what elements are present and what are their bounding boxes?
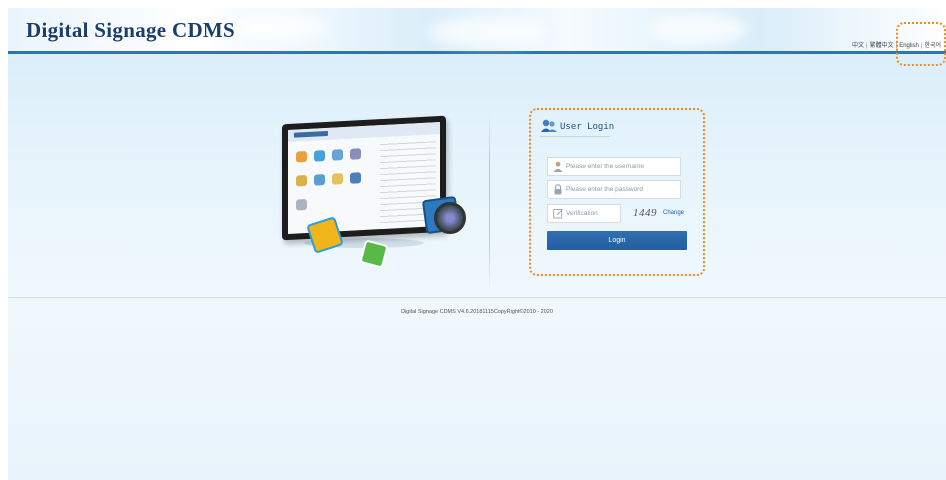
password-field — [547, 180, 681, 199]
password-input[interactable] — [566, 181, 676, 198]
edit-icon — [552, 208, 564, 220]
vertical-divider — [489, 112, 490, 292]
header-banner: Digital Signage CDMS 中文 | 繁體中文 | English | 한국어 — [8, 8, 946, 54]
footer-copyright: Digital Signage CDMS V4.6.20181115CopyRi… — [401, 309, 553, 315]
app-title: Digital Signage CDMS — [26, 18, 236, 42]
cloud-decoration — [238, 12, 328, 42]
change-captcha-link[interactable]: Change — [663, 210, 684, 216]
cube-decoration — [359, 239, 389, 269]
lang-chinese-simplified[interactable]: 中文 — [852, 43, 864, 49]
disc-decoration — [434, 202, 466, 234]
verification-input[interactable] — [566, 205, 618, 222]
lock-icon — [552, 184, 564, 196]
footer-divider — [8, 297, 946, 298]
cloud-decoration — [648, 14, 748, 44]
monitor-frame — [282, 115, 446, 241]
user-icon — [552, 161, 564, 173]
username-input[interactable] — [566, 158, 676, 175]
username-field — [547, 157, 681, 176]
login-button[interactable]: Login — [547, 231, 687, 250]
monitor-illustration — [274, 115, 466, 270]
login-page: Digital Signage CDMS 中文 | 繁體中文 | English | 한국어 — [8, 8, 946, 480]
captcha-image[interactable]: 1449 — [630, 206, 660, 221]
monitor-screen — [288, 122, 440, 234]
lang-chinese-traditional[interactable]: 繁體中文 — [870, 43, 894, 49]
login-title-underline — [540, 136, 610, 137]
verification-field — [547, 204, 621, 223]
language-highlight-box — [896, 22, 946, 66]
users-icon — [541, 119, 557, 132]
cloud-decoration — [428, 18, 548, 46]
login-title: User Login — [560, 122, 615, 132]
